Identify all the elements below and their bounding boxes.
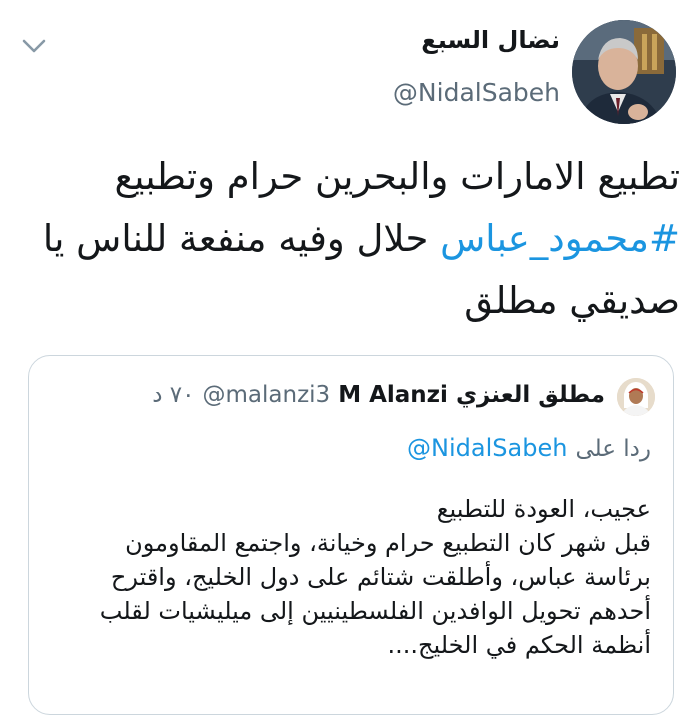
quoted-line: برئاسة عباس، وأطلقت شتائم على دول الخليج… bbox=[110, 563, 651, 591]
quoted-tweet[interactable]: مطلق العنزي M Alanzi @malanzi3 ٧٠ د ردا … bbox=[28, 355, 674, 715]
reply-mention-link[interactable]: @NidalSabeh bbox=[407, 434, 567, 462]
quoted-timestamp[interactable]: ٧٠ د bbox=[152, 382, 194, 408]
quoted-body: عجيب، العودة للتطبيع قبل شهر كان التطبيع… bbox=[51, 492, 651, 662]
quoted-avatar[interactable] bbox=[617, 378, 655, 416]
author-handle[interactable]: @NidalSabeh bbox=[393, 78, 560, 107]
reply-prefix: ردا على bbox=[575, 436, 651, 462]
quoted-line: أنظمة الحكم في الخليج.... bbox=[387, 631, 651, 659]
hashtag-link[interactable]: #محمود_عباس bbox=[440, 217, 680, 260]
quoted-name-english[interactable]: M Alanzi bbox=[338, 382, 448, 408]
quoted-handle[interactable]: @malanzi3 bbox=[203, 382, 331, 408]
author-avatar[interactable] bbox=[572, 20, 676, 124]
tweet-text-start: تطبيع الامارات والبحرين حرام وتطبيع bbox=[114, 155, 680, 198]
chevron-down-icon[interactable] bbox=[20, 36, 48, 56]
author-name[interactable]: نضال السبع bbox=[421, 26, 560, 54]
tweet-text: تطبيع الامارات والبحرين حرام وتطبيع #محم… bbox=[20, 146, 680, 332]
quoted-line: قبل شهر كان التطبيع حرام وخيانة، واجتمع … bbox=[125, 529, 651, 557]
reply-context: ردا على @NidalSabeh bbox=[407, 434, 651, 462]
quoted-name-arabic[interactable]: مطلق العنزي bbox=[456, 382, 605, 408]
quoted-line: عجيب، العودة للتطبيع bbox=[436, 495, 651, 523]
quoted-line: أحدهم تحويل الوافدين الفلسطينيين إلى ميل… bbox=[99, 597, 651, 625]
quoted-header: مطلق العنزي M Alanzi @malanzi3 ٧٠ د bbox=[152, 382, 605, 408]
